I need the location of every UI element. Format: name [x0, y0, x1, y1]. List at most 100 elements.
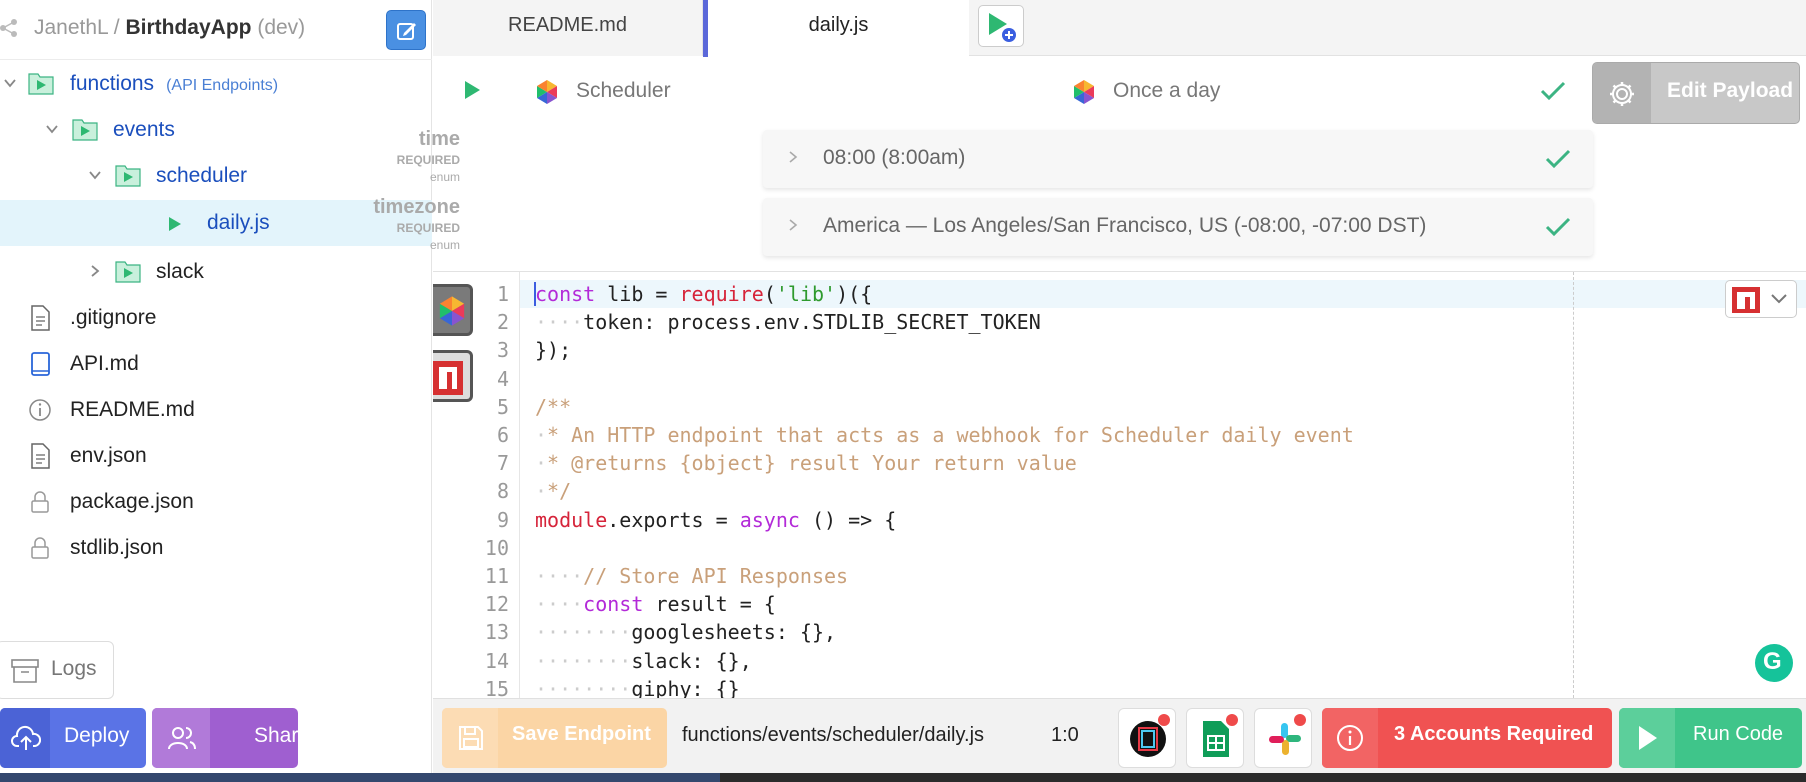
accounts-required-label: 3 Accounts Required: [1394, 723, 1594, 745]
code-line: module.exports = async () => {: [535, 508, 896, 532]
code-token: module: [535, 507, 608, 532]
tree-folder-slack[interactable]: slack: [0, 249, 432, 295]
edit-payload-button[interactable]: Edit Payload: [1592, 62, 1800, 124]
trigger-frequency[interactable]: Once a day: [1113, 79, 1220, 103]
share-nodes-icon: [0, 19, 17, 37]
integration-notion-button[interactable]: [1118, 708, 1176, 768]
param-type: enum: [429, 238, 460, 252]
code-token: ········: [535, 676, 632, 698]
tree-file-readme[interactable]: README.md: [0, 387, 432, 433]
code-token: ·: [535, 451, 548, 476]
taskbar-segment: [0, 773, 720, 782]
check-icon: [1540, 81, 1566, 101]
gutter-api-icon[interactable]: [433, 350, 473, 402]
chevron-right-icon: [789, 219, 798, 231]
tree-file-daily[interactable]: daily.js: [0, 200, 432, 246]
line-number: 9: [496, 507, 509, 532]
info-icon: [29, 399, 51, 421]
tree-folder-functions[interactable]: functions (API Endpoints): [0, 61, 432, 107]
tab-readme[interactable]: README.md: [433, 0, 703, 56]
tree-file-env[interactable]: env.json: [0, 433, 432, 479]
edit-project-button[interactable]: [386, 10, 426, 50]
function-folder-icon: [115, 165, 141, 187]
notification-dot: [1158, 714, 1170, 726]
file-icon: [31, 305, 50, 331]
function-folder-icon: [115, 261, 141, 283]
npm-icon: [433, 361, 463, 395]
tree-file-stdlib[interactable]: stdlib.json: [0, 525, 432, 571]
new-endpoint-button[interactable]: [978, 5, 1024, 47]
code-token: ·: [535, 423, 548, 447]
editor-tab-bar: README.md daily.js: [433, 0, 1806, 57]
tree-folder-scheduler[interactable]: scheduler: [0, 153, 432, 199]
logs-button[interactable]: Logs: [0, 641, 114, 699]
notification-dot: [1294, 714, 1306, 726]
scheduler-logo-icon: [1074, 80, 1094, 104]
play-icon[interactable]: [463, 80, 481, 100]
code-token: ·: [535, 479, 548, 504]
tree-label-slack: slack: [156, 260, 204, 283]
chevron-down-icon: [4, 79, 16, 88]
code-token: .exports =: [607, 507, 740, 532]
cursor-position: 1:0: [1051, 724, 1079, 746]
code-editor[interactable]: const lib = require('lib')({····token: p…: [433, 272, 1806, 698]
param-value: America — Los Angeles/San Francisco, US …: [823, 214, 1427, 237]
file-icon: [31, 443, 50, 469]
tree-file-api[interactable]: API.md: [0, 341, 432, 387]
code-token: lib =: [607, 282, 680, 306]
tab-daily[interactable]: daily.js: [703, 0, 969, 57]
code-token: ········: [535, 620, 632, 645]
project-owner[interactable]: JanethL: [34, 16, 108, 39]
trigger-source: Scheduler: [576, 79, 671, 102]
grammarly-letter: G: [1763, 648, 1782, 675]
code-token: // Store API Responses: [583, 564, 849, 588]
integration-google-sheets-button[interactable]: [1186, 708, 1244, 768]
share-button[interactable]: Share: [152, 708, 298, 768]
tree-label-events: events: [113, 118, 175, 141]
file-label: README.md: [70, 398, 195, 421]
project-name[interactable]: BirthdayApp: [125, 16, 251, 39]
accounts-required-button[interactable]: 3 Accounts Required: [1322, 708, 1612, 768]
edit-payload-icon-box: [1593, 63, 1651, 123]
line-number: 12: [484, 592, 509, 617]
code-token: const: [535, 282, 596, 306]
param-type: enum: [429, 170, 460, 184]
code-token: async: [739, 507, 800, 532]
code-token: });: [535, 338, 572, 363]
chevron-right-icon: [91, 265, 100, 277]
lock-icon: [31, 537, 49, 559]
line-number: 11: [484, 564, 509, 588]
save-endpoint-button[interactable]: Save Endpoint: [442, 708, 667, 768]
tree-file-package[interactable]: package.json: [0, 479, 432, 525]
param-timezone-select[interactable]: America — Los Angeles/San Francisco, US …: [763, 198, 1593, 256]
code-token: result = {: [655, 592, 776, 617]
param-value: 08:00 (8:00am): [823, 146, 966, 169]
notification-dot: [1226, 714, 1238, 726]
edit-icon: [397, 23, 416, 40]
param-name: time: [418, 128, 460, 150]
check-icon: [1545, 149, 1571, 169]
tree-file-gitignore[interactable]: .gitignore: [0, 295, 432, 341]
code-line: ·* @returns {object} result Your return …: [535, 451, 1077, 475]
tree-folder-events[interactable]: events: [0, 107, 432, 153]
cloud-upload-icon: [11, 725, 41, 750]
os-taskbar: [0, 773, 1806, 782]
deploy-button[interactable]: Deploy: [0, 708, 146, 768]
line-number: 3: [496, 338, 509, 363]
grammarly-icon[interactable]: G: [1755, 644, 1793, 682]
tree-label-scheduler: scheduler: [156, 164, 248, 187]
run-code-button[interactable]: Run Code: [1619, 708, 1802, 768]
code-token: ····: [535, 592, 584, 617]
function-folder-icon: [28, 73, 54, 95]
code-line: ····const result = {: [535, 592, 776, 616]
info-icon: [1337, 725, 1363, 751]
editor-extension-dropdown[interactable]: [1725, 280, 1797, 318]
chevron-down-icon: [89, 171, 101, 180]
file-label: .gitignore: [70, 306, 157, 329]
gutter-scheduler-icon[interactable]: [433, 284, 473, 336]
integration-slack-button[interactable]: [1254, 708, 1312, 768]
gear-icon: [1610, 82, 1634, 106]
param-time-select[interactable]: 08:00 (8:00am): [763, 130, 1593, 188]
code-line: ····// Store API Responses: [535, 564, 848, 588]
lock-icon: [31, 491, 49, 513]
